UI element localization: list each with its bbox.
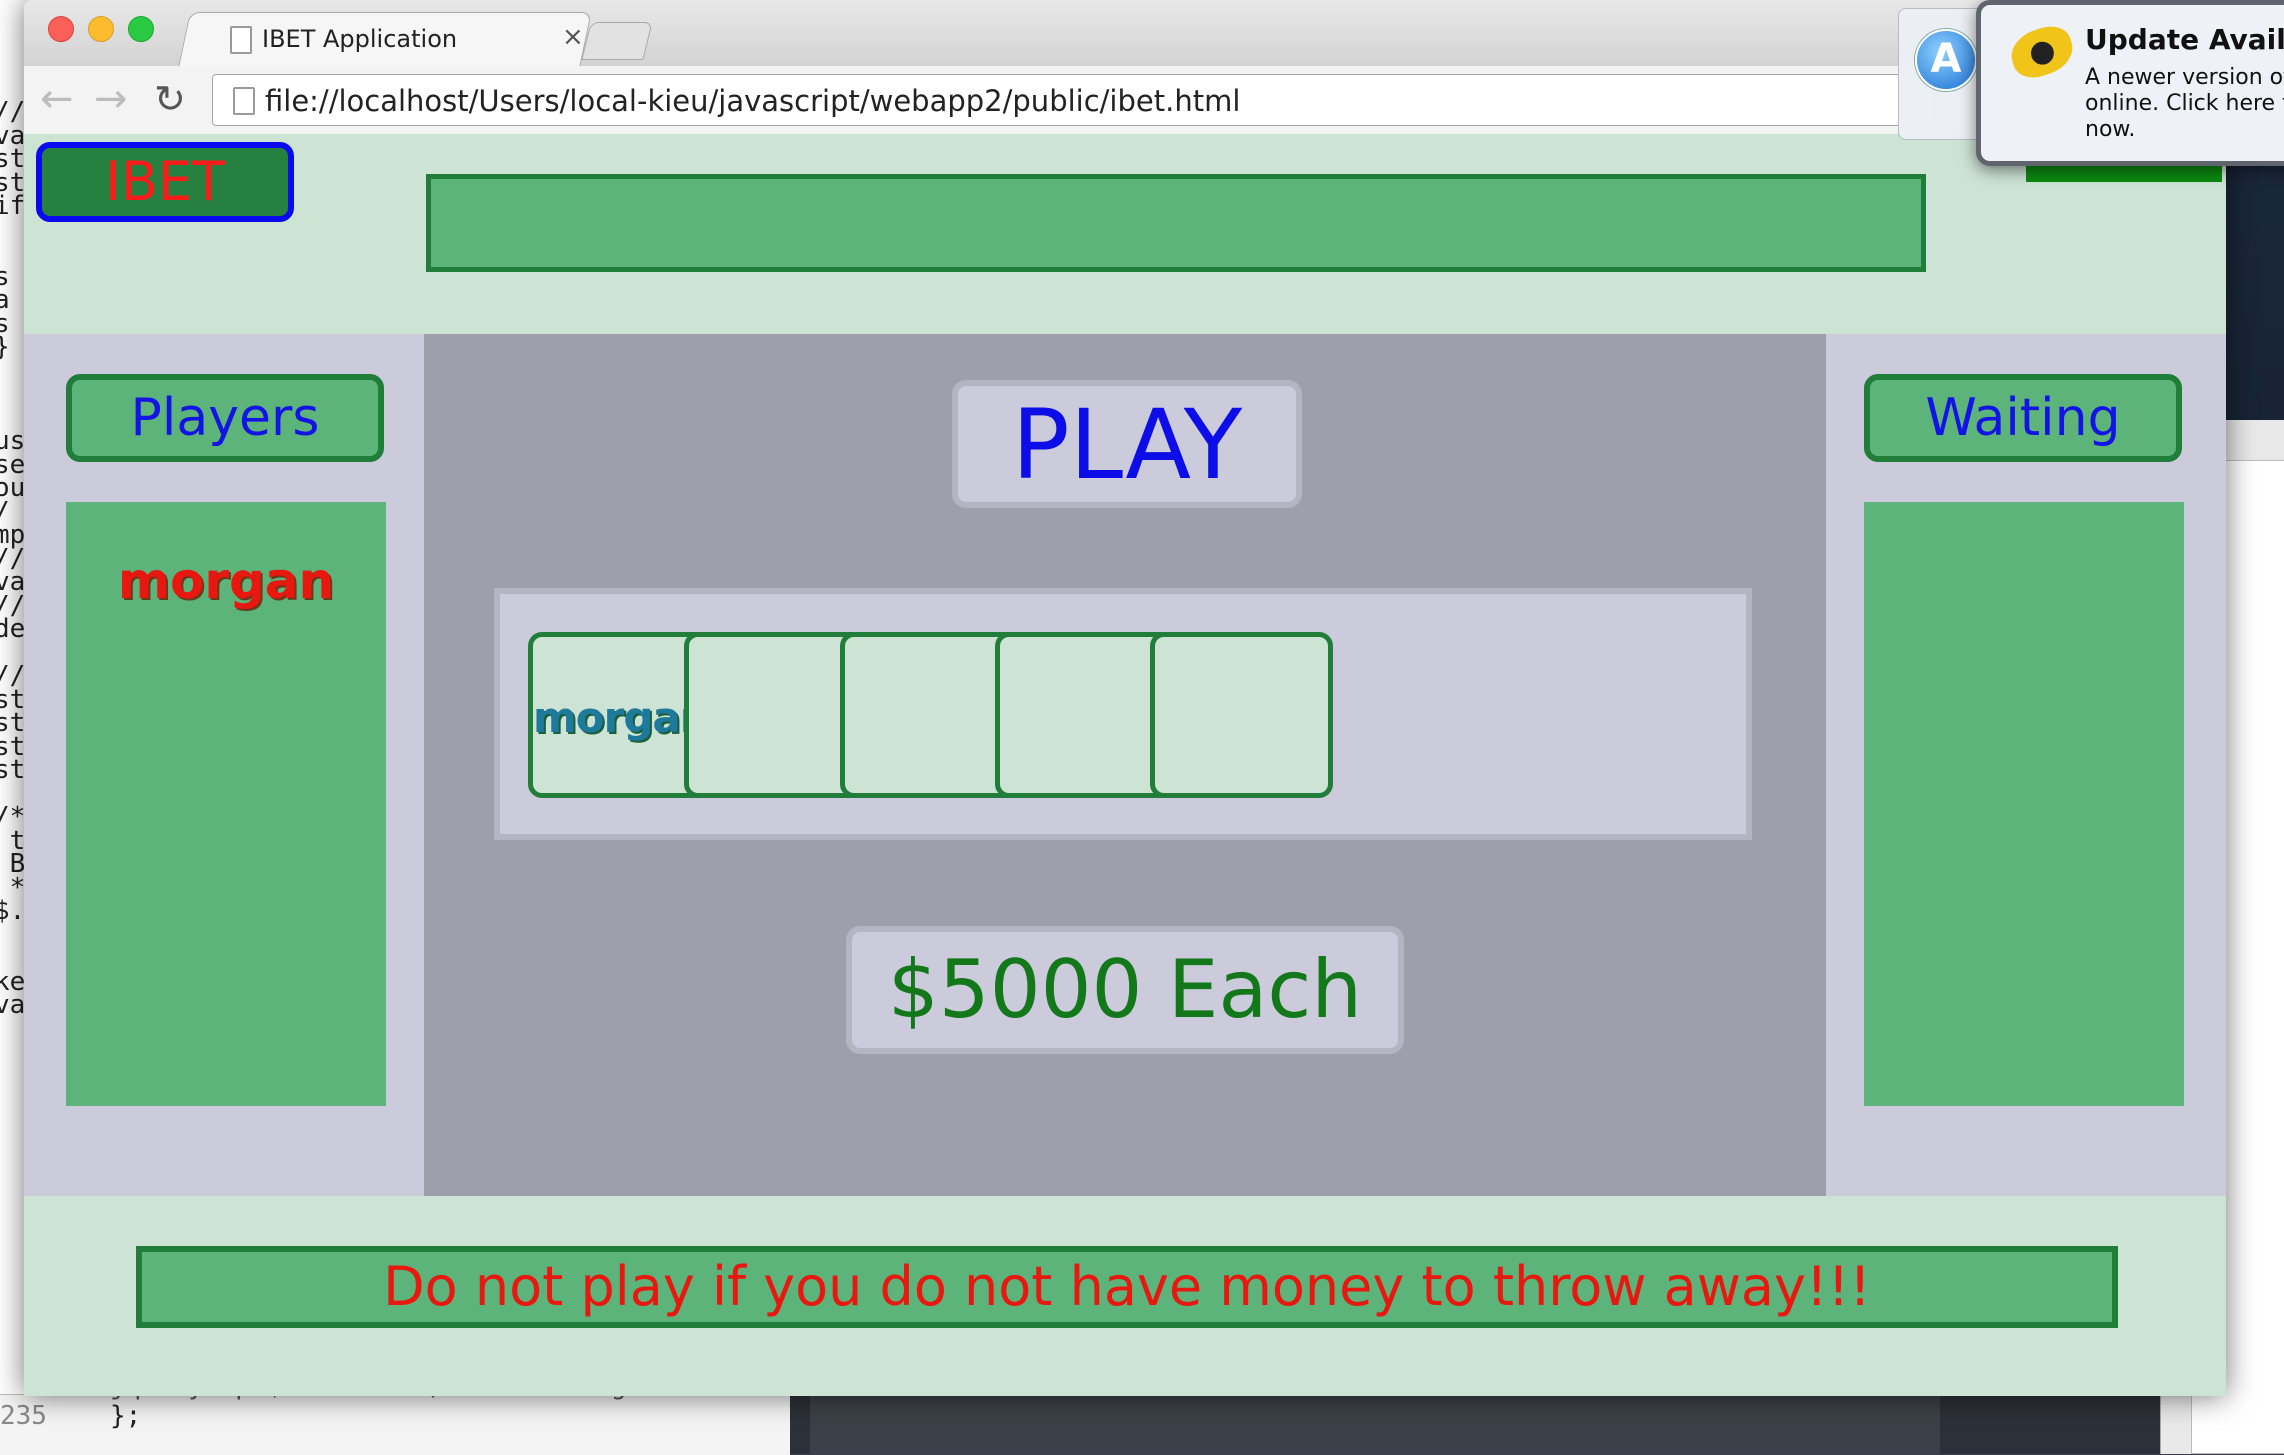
slot-5[interactable] [1150, 632, 1333, 798]
reload-icon[interactable]: ↻ [154, 74, 186, 124]
warning-banner: Do not play if you do not have money to … [136, 1246, 2118, 1328]
forward-arrow-icon[interactable]: → [94, 74, 128, 124]
play-button[interactable]: PLAY [952, 380, 1302, 508]
page-icon [233, 87, 255, 115]
player-name[interactable]: morgan [66, 552, 386, 610]
notification-body: A newer version of online. Click here t … [2085, 65, 2284, 142]
code-fragment: va [0, 990, 26, 1020]
code-fragment: } [0, 331, 10, 365]
game-area: PLAY morgan $5000 Each [424, 334, 1826, 1196]
waiting-column: Waiting [1826, 334, 2226, 1196]
background-window [810, 1394, 1940, 1454]
update-notification[interactable]: ● Update Availab A newer version of onli… [1976, 0, 2284, 166]
waiting-header: Waiting [1864, 374, 2182, 462]
code-line: }; [110, 1401, 142, 1431]
tab-title: IBET Application [262, 25, 458, 53]
line-number: 235 [0, 1401, 47, 1431]
price-label: $5000 Each [846, 926, 1404, 1054]
ibet-logo[interactable]: IBET [36, 142, 294, 222]
code-fragment: de [0, 614, 26, 644]
background-window-strip [790, 1394, 2226, 1454]
title-bar: IBET Application × [24, 0, 2226, 67]
browser-toolbar: ← → ↻ file://localhost/Users/local-kieu/… [24, 66, 2226, 135]
firebug-icon: ● [2005, 20, 2079, 84]
close-tab-icon[interactable]: × [562, 22, 584, 52]
waiting-list [1864, 502, 2184, 1106]
browser-tab[interactable]: IBET Application × [214, 12, 594, 66]
players-header: Players [66, 374, 384, 462]
url-text[interactable]: file://localhost/Users/local-kieu/javasc… [265, 84, 1240, 118]
code-fragment: st [0, 755, 26, 785]
address-bar[interactable]: file://localhost/Users/local-kieu/javasc… [212, 74, 1934, 126]
back-arrow-icon[interactable]: ← [40, 74, 74, 124]
app-store-icon: A [1915, 29, 1977, 91]
ibet-page: IBET morgan Players morgan PLAY morgan $… [24, 134, 2226, 1396]
zoom-window-button[interactable] [128, 16, 154, 42]
slot-player-name: morgan [533, 693, 710, 742]
code-fragment: if [0, 191, 26, 221]
header-bar [426, 174, 1926, 272]
players-list: morgan [66, 502, 386, 1106]
page-icon [230, 26, 252, 54]
minimize-window-button[interactable] [88, 16, 114, 42]
close-window-button[interactable] [48, 16, 74, 42]
browser-window: IBET Application × ← → ↻ file://localhos… [24, 0, 2226, 1396]
players-column: Players morgan [24, 334, 424, 1196]
new-tab-button[interactable] [581, 22, 653, 60]
notification-title: Update Availab [2085, 23, 2284, 56]
slots-panel: morgan [494, 588, 1752, 840]
code-editor-bottom: 235 jqueryMap.$acct.text( 'Please sig }; [0, 1371, 790, 1455]
